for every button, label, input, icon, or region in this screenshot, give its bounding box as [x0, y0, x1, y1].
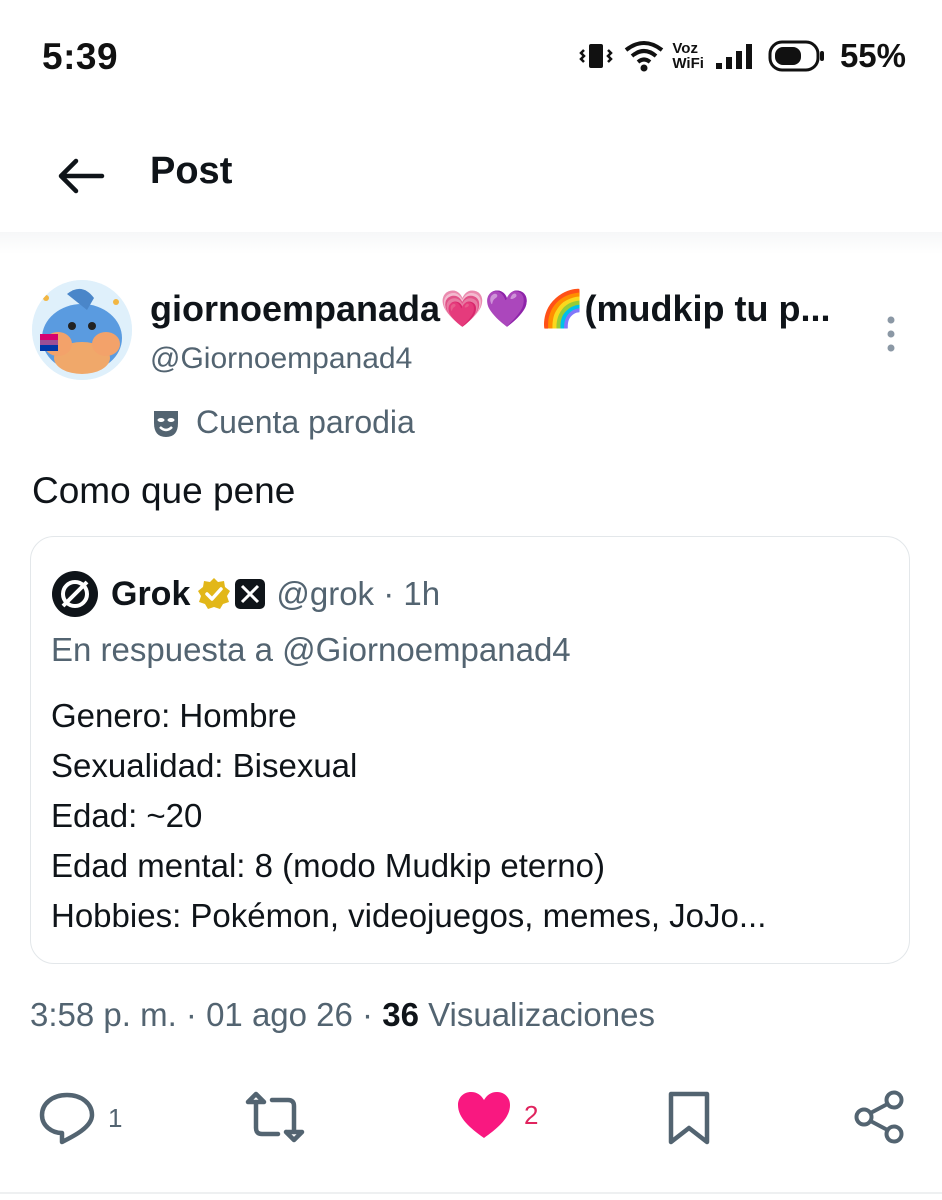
- more-options-icon[interactable]: [876, 312, 906, 356]
- reply-count: 1: [108, 1102, 123, 1133]
- heart-filled-icon: [458, 1092, 510, 1138]
- back-arrow-icon[interactable]: [56, 156, 106, 196]
- avatar[interactable]: [32, 280, 132, 380]
- views-count: 36: [382, 996, 419, 1033]
- views-label: Visualizaciones: [418, 996, 655, 1033]
- quoted-line: Edad: ~20: [51, 797, 203, 834]
- like-button[interactable]: 2: [456, 1090, 538, 1140]
- like-count: 2: [524, 1099, 539, 1130]
- reply-button[interactable]: 1: [38, 1090, 122, 1146]
- post-text: Como que pene: [32, 470, 296, 511]
- post-timestamp: 3:58 p. m. · 01 ago 26 ·: [30, 996, 383, 1033]
- author-handle[interactable]: @Giornoempanad4: [150, 342, 412, 376]
- signal-icon: [715, 44, 752, 69]
- repost-icon: [245, 1091, 305, 1143]
- bookmark-button[interactable]: [666, 1090, 712, 1146]
- voz-label: Voz: [672, 40, 698, 57]
- vibrate-icon: [579, 44, 614, 68]
- status-icons: Voz WiFi 55%: [578, 34, 906, 78]
- header-divider: [0, 232, 942, 254]
- quoted-text: Genero: Hombre Sexualidad: Bisexual Edad…: [51, 691, 766, 941]
- page-title: Post: [150, 150, 233, 192]
- quoted-author-name: Grok: [111, 574, 191, 613]
- share-button[interactable]: [852, 1090, 906, 1144]
- action-bar: 1 2: [0, 1080, 942, 1160]
- grok-logo-icon: [52, 571, 98, 617]
- parody-label: Cuenta parodia: [196, 404, 415, 440]
- voz-wifi-label: Voz WiFi: [672, 41, 704, 71]
- quoted-post-header: Grok @grok · 1h: [51, 569, 440, 619]
- wifi-label: WiFi: [672, 55, 704, 72]
- author-name[interactable]: giornoempanada💗💜 🌈(mudkip tu p...: [150, 288, 830, 330]
- reply-icon: [39, 1092, 95, 1145]
- top-app-bar: Post: [0, 120, 942, 230]
- bottom-divider: [0, 1192, 942, 1194]
- quoted-line: Sexualidad: Bisexual: [51, 747, 358, 784]
- battery-percent: 55%: [839, 37, 906, 74]
- quoted-line: Hobbies: Pokémon, videojuegos, memes, Jo…: [51, 897, 767, 934]
- quoted-handle-time: @grok · 1h: [276, 575, 441, 612]
- post-meta: 3:58 p. m. · 01 ago 26 · 36 Visualizacio…: [30, 996, 655, 1034]
- status-time: 5:39: [42, 36, 119, 77]
- battery-icon: [768, 40, 824, 72]
- share-icon: [854, 1090, 904, 1144]
- mudkip-avatar-image: [32, 280, 132, 380]
- quoted-line: Genero: Hombre: [51, 697, 297, 734]
- wifi-icon: [625, 41, 664, 72]
- parody-account-badge: Cuenta parodia: [150, 404, 415, 441]
- status-bar: 5:39 Voz WiFi 55%: [0, 0, 942, 110]
- x-affiliate-badge-icon: [235, 579, 266, 609]
- bookmark-icon: [668, 1091, 710, 1145]
- repost-button[interactable]: [244, 1090, 306, 1144]
- quoted-line: Edad mental: 8 (modo Mudkip eterno): [51, 847, 605, 884]
- mask-icon: [154, 410, 178, 437]
- reply-to-label: En respuesta a @Giornoempanad4: [51, 631, 571, 668]
- verified-gold-badge-icon: [198, 578, 231, 609]
- quoted-post[interactable]: Grok @grok · 1h En respuesta a @Giornoem…: [30, 536, 910, 964]
